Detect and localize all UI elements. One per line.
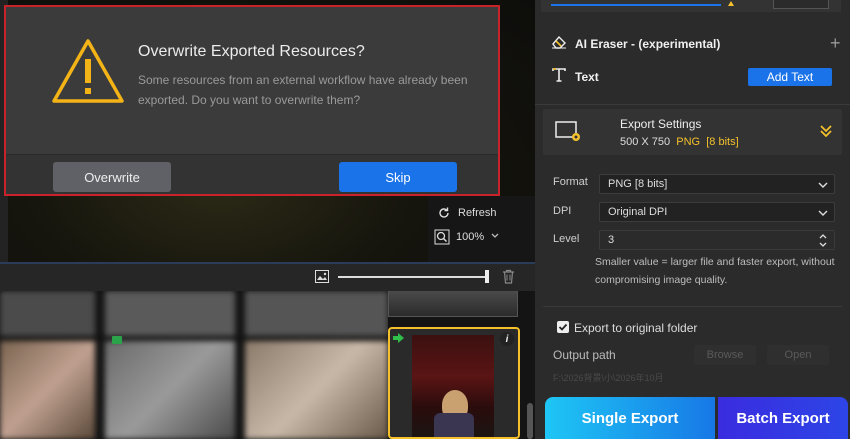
zoom-value: 100% (456, 231, 485, 243)
strength-slider-row (541, 0, 841, 12)
chevron-down-icon (818, 180, 828, 192)
dpi-select-value: Original DPI (608, 206, 668, 218)
output-path-label: Output path (553, 348, 616, 362)
dialog-message: Some resources from an external workflow… (138, 73, 468, 107)
settings-panel: AI Eraser - (experimental) + Text Add Te… (535, 0, 850, 439)
export-size: 500 X 750 (620, 136, 671, 148)
chevron-down-icon[interactable] (490, 231, 500, 243)
strength-value-field[interactable] (773, 0, 829, 9)
refresh-icon (436, 205, 452, 221)
export-settings-title: Export Settings (620, 117, 702, 131)
grid-tile[interactable] (245, 291, 388, 336)
workspace-area: Refresh 100% i Overwrite Exported Resour… (0, 0, 535, 439)
level-stepper[interactable]: 3 (599, 230, 835, 250)
stepper-arrows-icon[interactable] (818, 233, 828, 251)
open-button[interactable]: Open (767, 345, 829, 365)
output-path-value: F:\2026背景\小\2026年10月 (553, 373, 664, 383)
chevron-double-down-icon[interactable] (819, 124, 833, 141)
overwrite-button[interactable]: Overwrite (53, 162, 171, 192)
info-icon[interactable]: i (500, 332, 514, 346)
warning-icon (50, 37, 126, 108)
status-badge (112, 336, 122, 344)
trash-icon[interactable] (502, 269, 515, 287)
add-text-button[interactable]: Add Text (748, 68, 832, 86)
export-settings-header[interactable]: Export Settings 500 X 750 PNG [8 bits] (543, 109, 842, 155)
arrow-right-icon (393, 332, 404, 346)
chevron-down-icon (818, 208, 828, 220)
text-tool-row[interactable]: Text (551, 68, 599, 85)
format-select-value: PNG [8 bits] (608, 178, 668, 190)
zoom-icon (434, 229, 450, 245)
single-export-button[interactable]: Single Export (545, 397, 715, 439)
ai-eraser-label: AI Eraser - (experimental) (575, 36, 721, 51)
thumbnail-size-slider-handle[interactable] (485, 270, 489, 283)
export-to-original-checkbox[interactable] (557, 321, 569, 333)
eraser-icon (551, 35, 567, 52)
grid-tile[interactable] (105, 291, 235, 336)
grid-tile[interactable] (0, 341, 95, 439)
thumbnail-item-selected[interactable]: i (388, 327, 520, 439)
skip-button[interactable]: Skip (339, 162, 457, 192)
image-size-icon[interactable] (315, 270, 329, 286)
thumbnail-item[interactable] (388, 291, 518, 317)
grid-tile[interactable] (0, 291, 95, 336)
refresh-label: Refresh (458, 207, 497, 219)
checkmark-icon (558, 323, 568, 331)
thumbnail-size-slider[interactable] (338, 276, 488, 278)
thumbnail-image (412, 335, 494, 437)
export-settings-summary: 500 X 750 PNG [8 bits] (620, 136, 739, 148)
zoom-control[interactable]: 100% (434, 229, 500, 245)
ai-eraser-row[interactable]: AI Eraser - (experimental) (551, 35, 720, 52)
export-bits: [8 bits] (706, 136, 739, 148)
grid-tile[interactable] (245, 341, 388, 439)
export-format: PNG (676, 136, 701, 148)
image-grid (0, 291, 388, 439)
dpi-select[interactable]: Original DPI (599, 202, 835, 222)
level-label: Level (553, 233, 580, 245)
thumbnail-scrollbar[interactable] (527, 403, 533, 439)
batch-export-button[interactable]: Batch Export (718, 397, 848, 439)
strength-slider[interactable] (551, 4, 721, 6)
section-divider (535, 104, 850, 105)
format-select[interactable]: PNG [8 bits] (599, 174, 835, 194)
plus-icon[interactable]: + (830, 33, 841, 54)
dialog-title: Overwrite Exported Resources? (138, 43, 365, 60)
strength-slider-handle[interactable] (728, 1, 734, 6)
export-settings-icon (555, 121, 583, 146)
section-divider (543, 306, 842, 307)
overwrite-dialog: Overwrite Exported Resources? Some resou… (4, 5, 500, 196)
refresh-button[interactable]: Refresh (436, 205, 497, 221)
format-label: Format (553, 176, 588, 188)
browse-button[interactable]: Browse (694, 345, 756, 365)
text-tool-label: Text (575, 69, 599, 84)
level-value: 3 (608, 234, 615, 246)
text-icon (551, 68, 567, 85)
grid-tile[interactable] (105, 341, 235, 439)
dpi-label: DPI (553, 205, 572, 217)
export-to-original-label: Export to original folder (574, 321, 698, 335)
level-hint: Smaller value = larger file and faster e… (595, 256, 835, 286)
